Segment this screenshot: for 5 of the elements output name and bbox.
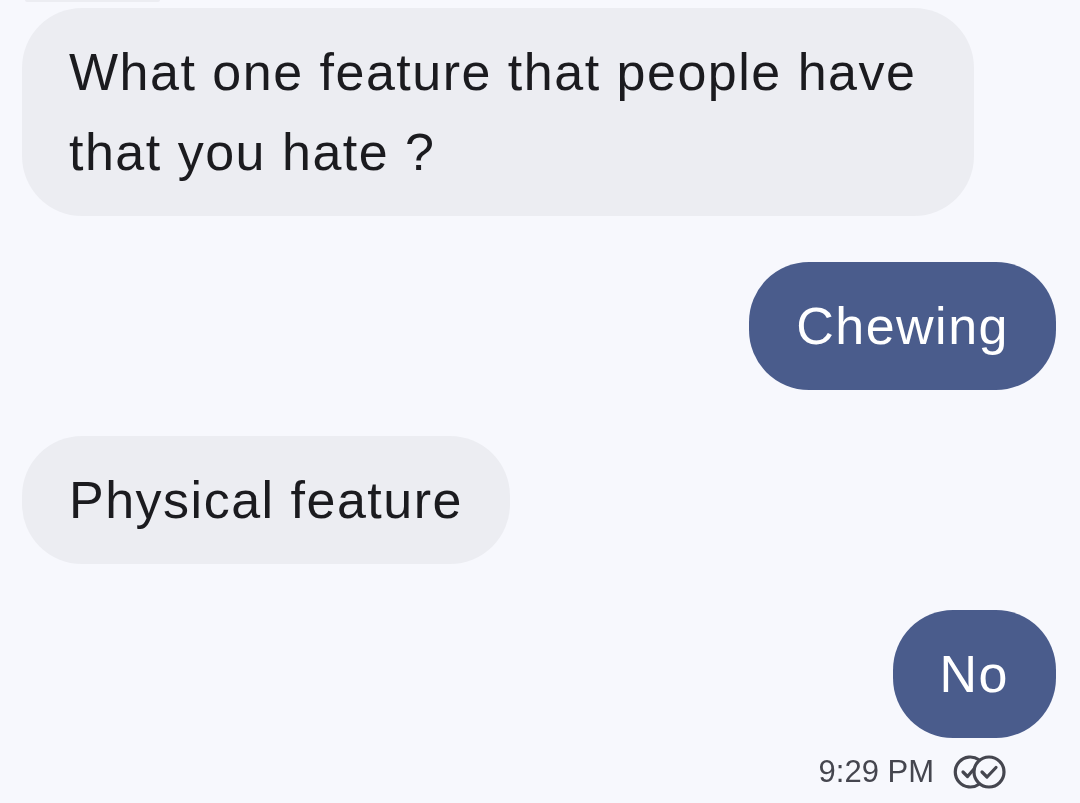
- received-message-bubble: Physical feature: [22, 436, 510, 564]
- sent-message-bubble: No: [892, 610, 1056, 738]
- received-message-bubble: What one feature that people have that you hate ?: [22, 8, 974, 216]
- message-time: 9:29 PM: [818, 754, 934, 790]
- sent-message-bubble: Chewing: [749, 262, 1056, 390]
